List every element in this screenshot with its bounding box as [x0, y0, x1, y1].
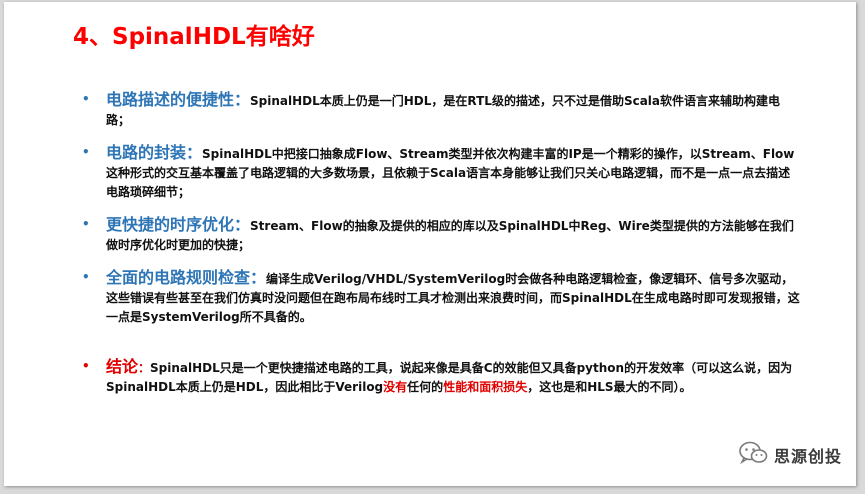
bullet-heading: 更快捷的时序优化： — [106, 215, 251, 234]
bullet-item-timing: • 更快捷的时序优化：Stream、Flow的抽象及提供的相应的库以及Spina… — [82, 215, 802, 255]
conclusion-item: • 结论：SpinalHDL只是一个更快捷描述电路的工具，说起来像是具备C的效能… — [82, 357, 802, 397]
bullet-text: SpinalHDL中把接口抽象成Flow、Stream类型并依次构建丰富的IP是… — [106, 147, 795, 199]
bullet-heading: 电路的封装： — [106, 143, 203, 162]
bullet-dot: • — [82, 145, 90, 159]
bullet-heading: 电路描述的便捷性： — [106, 90, 251, 109]
bullet-dot: • — [82, 359, 90, 373]
wechat-icon — [738, 440, 768, 470]
conclusion-highlight-loss: 性能和面积损失 — [443, 380, 528, 394]
bullet-item-rule-check: • 全面的电路规则检查：编译生成Verilog/VHDL/SystemVeril… — [82, 268, 802, 327]
conclusion-colon: ： — [138, 361, 151, 375]
bullet-dot: • — [82, 270, 90, 284]
bullet-item-convenience: • 电路描述的便捷性：SpinalHDL本质上仍是一门HDL，是在RTL级的描述… — [82, 90, 802, 130]
slide-title: 4、SpinalHDL有啥好 — [73, 24, 315, 50]
watermark-name: 思源创投 — [773, 447, 842, 466]
bullet-item-encapsulation: • 电路的封装：SpinalHDL中把接口抽象成Flow、Stream类型并依次… — [82, 143, 802, 202]
bullet-dot: • — [82, 92, 90, 106]
conclusion-text-middle: 任何的 — [407, 380, 444, 394]
watermark-logo: 思源创投 — [738, 440, 842, 470]
conclusion-highlight-none: 没有 — [383, 380, 408, 394]
slide: 4、SpinalHDL有啥好 • 电路描述的便捷性：SpinalHDL本质上仍是… — [4, 2, 856, 486]
bullet-dot: • — [82, 217, 90, 231]
conclusion-heading: 结论 — [106, 357, 139, 376]
bullet-list: • 电路描述的便捷性：SpinalHDL本质上仍是一门HDL，是在RTL级的描述… — [82, 90, 802, 410]
conclusion-text-end: ，这也是和HLS最大的不同）。 — [527, 380, 692, 394]
bullet-heading: 全面的电路规则检查： — [106, 268, 267, 287]
